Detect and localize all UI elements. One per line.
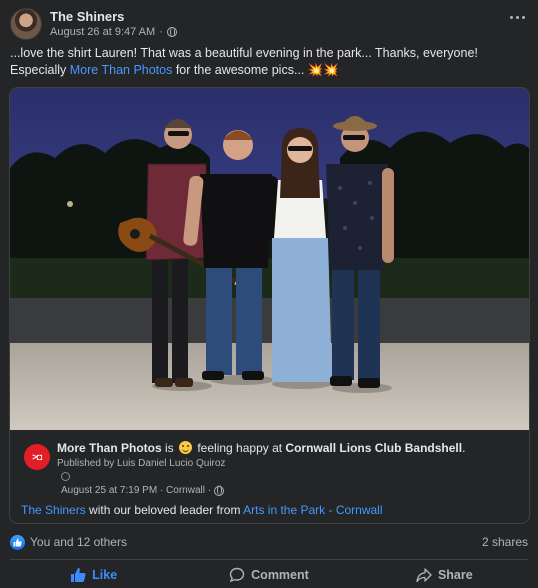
shared-post-card[interactable]: >◘ More Than Photos is feeling happy at … [9,87,530,524]
page-logo-icon[interactable]: >◘ [24,444,50,470]
author-avatar[interactable] [10,8,42,40]
action-bar: Like Comment Share [6,561,532,588]
published-by: Published by Luis Daniel Lucio Quiroz [57,458,226,469]
reactions-bar: You and 12 others 2 shares [10,532,528,552]
comment-icon [229,567,245,582]
shared-place[interactable]: Cornwall Lions Club Bandshell [285,441,462,455]
share-arrow-icon [416,567,432,582]
reaction-summary[interactable]: You and 12 others [10,534,127,550]
globe-icon [166,26,177,37]
post-caption: ...love the shirt Lauren! That was a bea… [10,45,530,79]
shares-count[interactable]: 2 shares [482,535,528,549]
caption-tail: for the awesome pics... 💥💥 [172,63,339,77]
post-timestamp[interactable]: August 26 at 9:47 AM [50,25,155,39]
shared-description: The Shiners with our beloved leader from… [21,503,383,517]
reaction-count: You and 12 others [30,535,127,549]
like-button[interactable]: Like [6,561,181,588]
post-header: The Shiners August 26 at 9:47 AM · [10,6,528,42]
clock-icon [61,472,70,481]
more-dot-icon [509,15,513,19]
shared-headline: More Than Photos is feeling happy at Cor… [57,441,466,455]
happy-emoji-icon [179,441,193,454]
header-text: The Shiners August 26 at 9:47 AM · [50,9,177,39]
facebook-post: The Shiners August 26 at 9:47 AM · ...lo… [0,0,538,588]
caption-page-link[interactable]: More Than Photos [70,63,173,77]
shared-page-name[interactable]: More Than Photos [57,441,162,455]
shared-post-info: >◘ More Than Photos is feeling happy at … [10,430,529,523]
thumbs-up-icon [71,567,86,582]
more-options-button[interactable] [504,8,530,26]
shared-date-location: August 25 at 7:19 PM · Cornwall · [61,484,225,497]
share-button[interactable]: Share [357,561,532,588]
like-reaction-icon [10,534,25,550]
band-photo[interactable] [10,88,530,430]
globe-icon [214,485,225,496]
divider [10,559,528,560]
author-name[interactable]: The Shiners [50,9,177,25]
post-meta: August 26 at 9:47 AM · [50,25,177,39]
comment-button[interactable]: Comment [181,561,356,588]
album-link[interactable]: Arts in the Park - Cornwall [243,503,382,517]
tagged-page-link[interactable]: The Shiners [21,503,86,517]
